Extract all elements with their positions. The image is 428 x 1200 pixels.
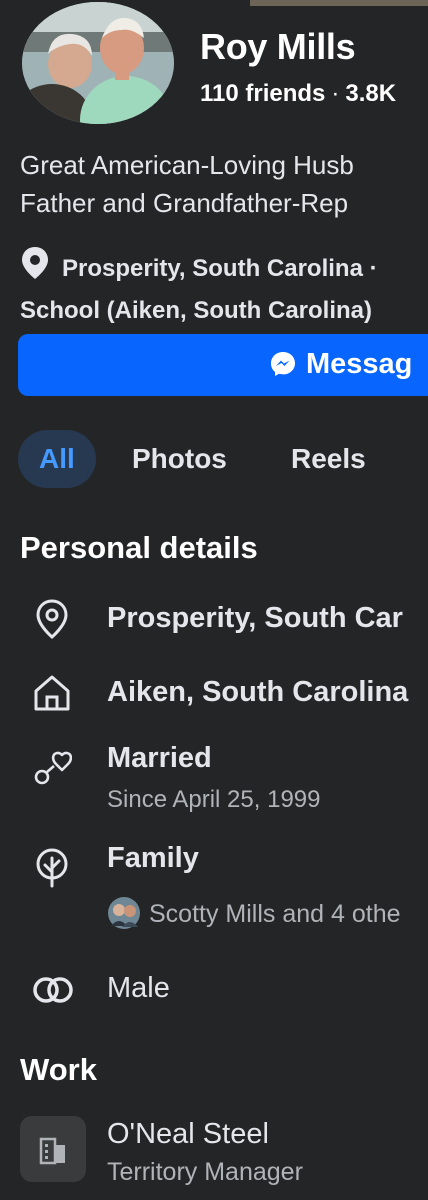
friends-count[interactable]: 110 friends xyxy=(200,80,325,107)
profile-card: Roy Mills 110 friends · 3.8K Great America… xyxy=(0,0,428,1200)
family-label: Family xyxy=(107,842,199,874)
building-icon xyxy=(39,1137,65,1165)
gender-text: Male xyxy=(107,972,170,1004)
work-logo[interactable] xyxy=(20,1116,86,1182)
bio-line: Great American-Loving Husb xyxy=(20,150,354,180)
school-line[interactable]: School (Aiken, South Carolina) xyxy=(20,292,378,330)
map-pin-icon xyxy=(32,598,72,639)
personal-details-title: Personal details xyxy=(20,530,258,565)
work-position: Territory Manager xyxy=(107,1158,303,1186)
current-city-text: Prosperity, South Car xyxy=(107,602,403,634)
profile-location-summary: Prosperity, South Carolina · School (Aik… xyxy=(20,246,378,330)
profile-avatar[interactable] xyxy=(22,2,174,124)
bio-line: Father and Grandfather-Rep xyxy=(20,188,349,218)
relationship-status: Married xyxy=(107,742,212,774)
stats-separator: · xyxy=(331,80,340,107)
family-members-text: Scotty Mills and 4 othe xyxy=(149,900,401,928)
followers-count[interactable]: 3.8K xyxy=(345,80,396,107)
hearts-icon xyxy=(32,748,73,788)
gender-rings-icon xyxy=(32,970,73,1010)
map-pin-icon xyxy=(20,246,50,292)
profile-stats: 110 friends · 3.8K xyxy=(200,80,396,108)
family-members[interactable]: Scotty Mills and 4 othe xyxy=(107,896,401,930)
relationship-since: Since April 25, 1999 xyxy=(107,786,321,813)
profile-bio: Great American-Loving Husb Father and Gr… xyxy=(20,146,354,222)
cover-photo[interactable] xyxy=(250,0,428,6)
tab-reels[interactable]: Reels xyxy=(291,430,366,488)
location-line[interactable]: Prosperity, South Carolina · xyxy=(62,255,378,282)
tab-photos[interactable]: Photos xyxy=(132,430,227,488)
hometown-text: Aiken, South Carolina xyxy=(107,676,409,708)
tab-all[interactable]: All xyxy=(18,430,96,488)
family-avatars xyxy=(107,896,141,930)
profile-name: Roy Mills xyxy=(200,26,356,67)
work-title: Work xyxy=(20,1052,97,1087)
home-icon xyxy=(32,672,72,712)
message-label: Messag xyxy=(306,348,413,380)
message-button[interactable]: Messag xyxy=(18,334,428,396)
family-tree-icon xyxy=(32,846,72,888)
work-company: O'Neal Steel xyxy=(107,1118,269,1150)
messenger-icon xyxy=(271,352,295,376)
